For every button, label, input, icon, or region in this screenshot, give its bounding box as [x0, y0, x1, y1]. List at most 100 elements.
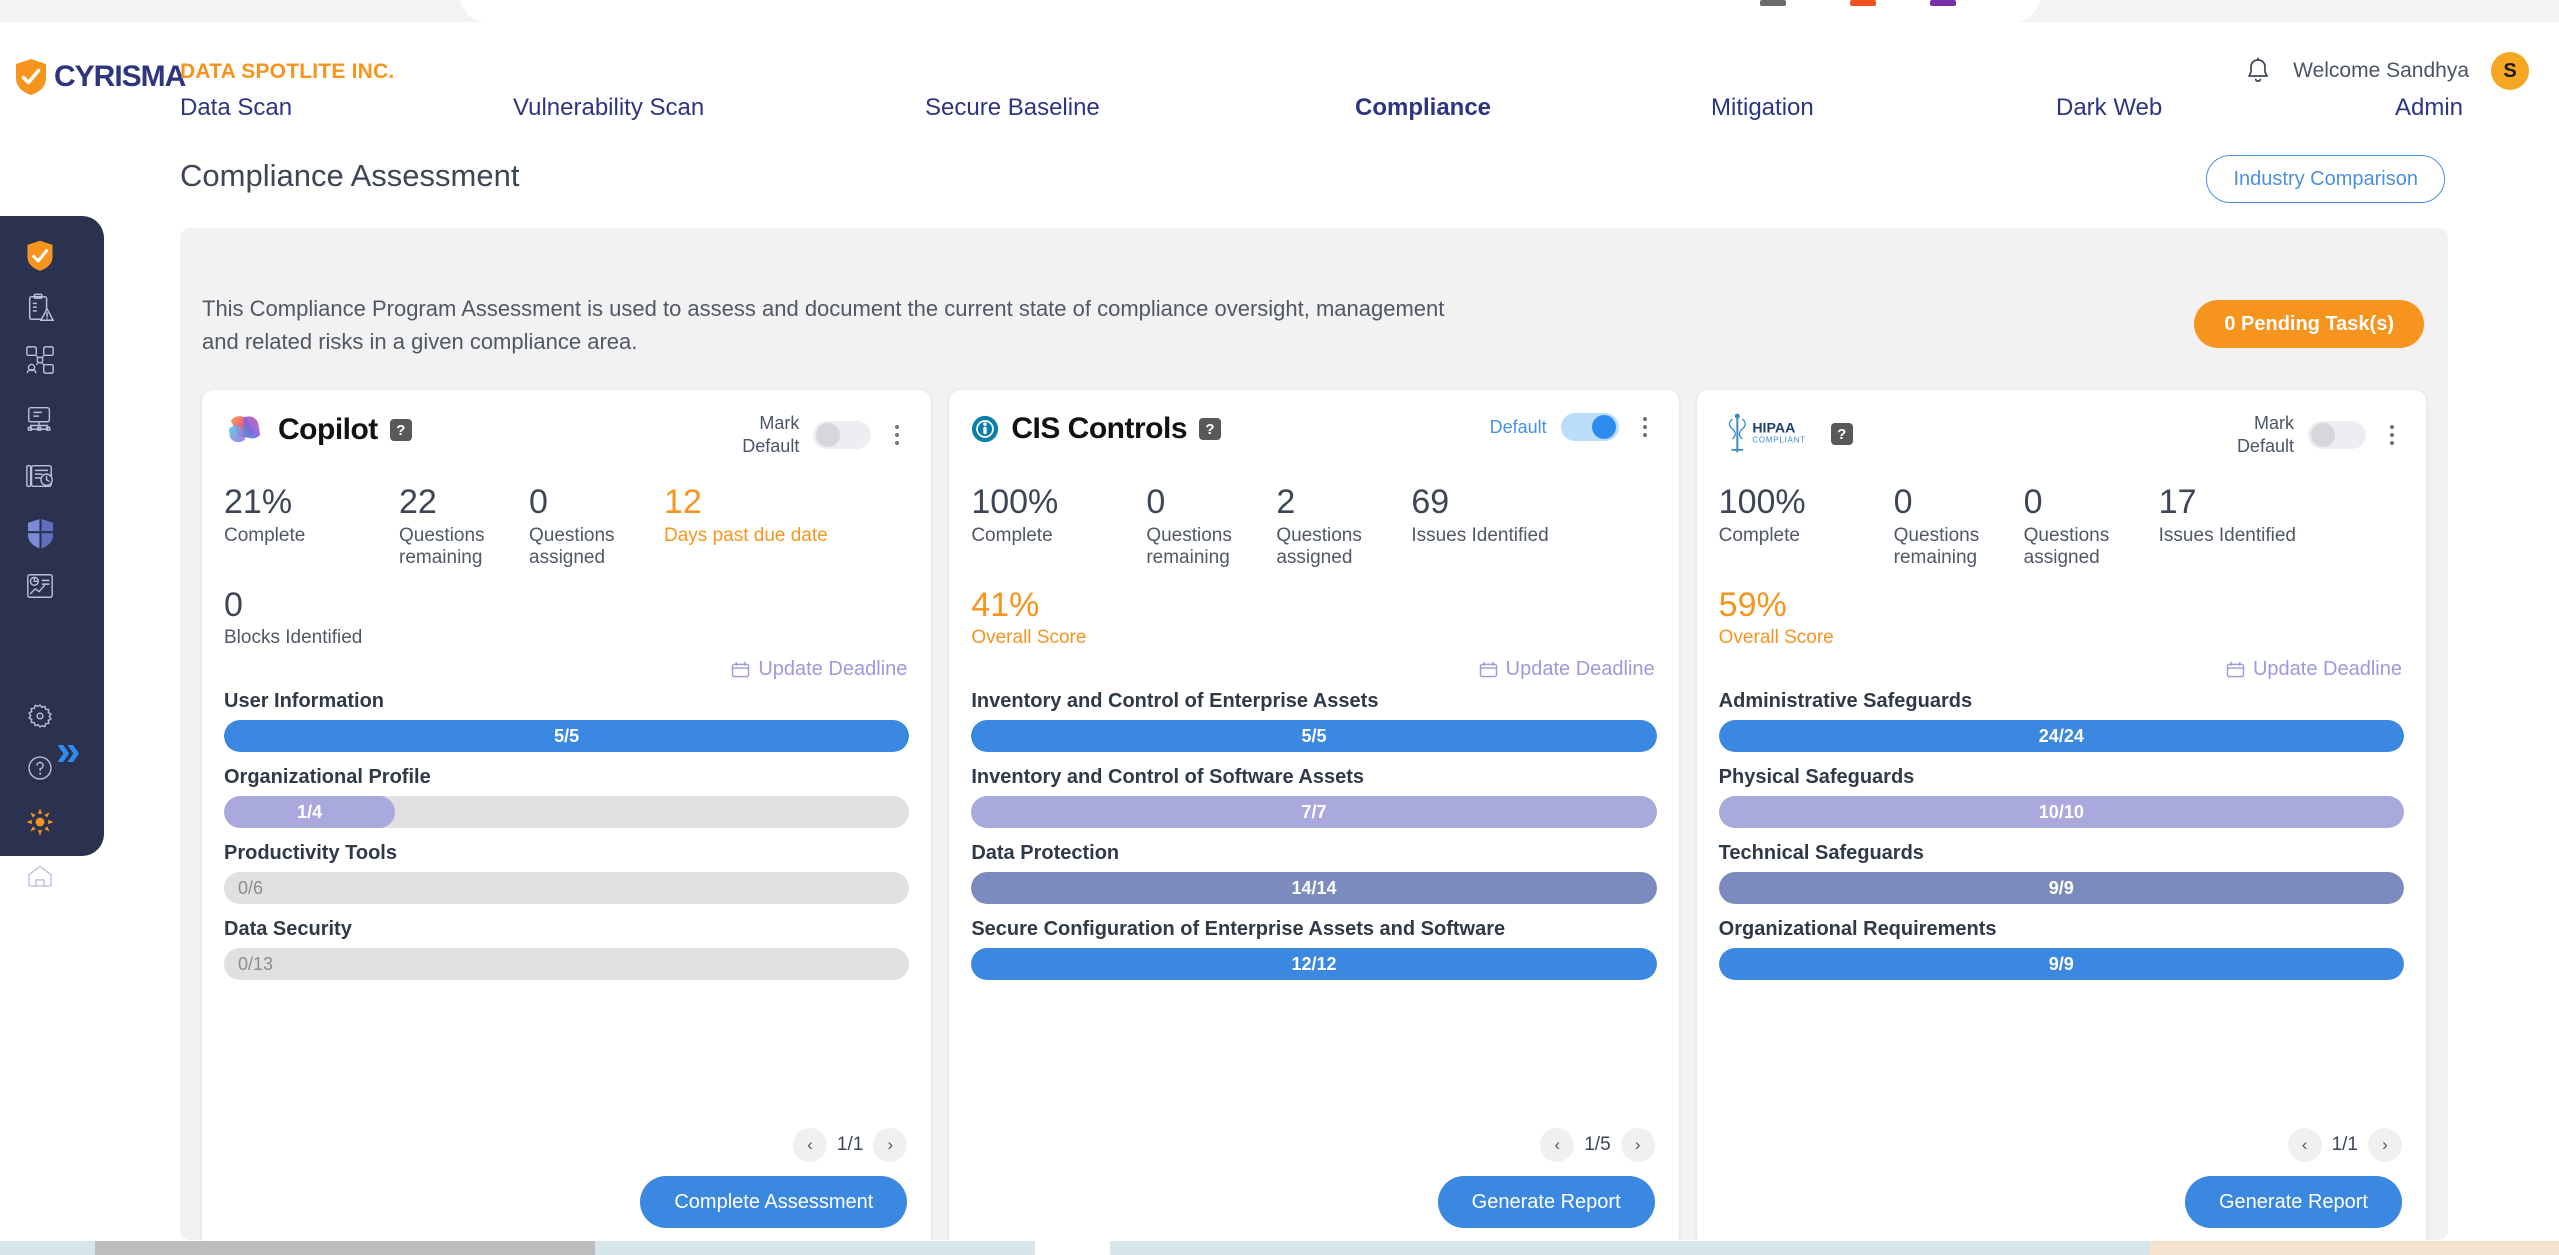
section-progress-bar[interactable]: 1/4 — [224, 796, 910, 828]
section-progress-bar[interactable]: 14/14 — [971, 872, 1657, 904]
progress-fill: 9/9 — [1718, 948, 2404, 980]
sidebar-item-compliance[interactable] — [18, 456, 62, 500]
scrollbar-track-right — [1110, 1241, 2150, 1255]
pager-next-button[interactable]: › — [1620, 1128, 1655, 1162]
nav-item-data-scan[interactable]: Data Scan — [180, 94, 292, 122]
toggle-knob — [816, 422, 841, 447]
stat-value: 0 — [224, 585, 243, 624]
browser-extension-icon-1[interactable] — [1760, 0, 1786, 6]
pending-tasks-button[interactable]: 0 Pending Task(s) — [2194, 300, 2424, 348]
mark-default-toggle[interactable] — [813, 420, 872, 449]
pager-indicator: 1/1 — [2331, 1134, 2358, 1155]
nav-item-vulnerability-scan[interactable]: Vulnerability Scan — [513, 94, 704, 122]
browser-address-bar[interactable] — [460, 0, 2040, 22]
scrollbar-track-left — [0, 1241, 95, 1255]
nav-item-mitigation[interactable]: Mitigation — [1711, 94, 1814, 122]
section-label: Data Protection — [971, 842, 1120, 864]
sidebar-item-home[interactable] — [18, 856, 62, 900]
help-tooltip-icon[interactable]: ? — [389, 419, 412, 441]
stat-label: Overall Score — [971, 627, 1087, 649]
pager-prev-button[interactable]: ‹ — [792, 1128, 827, 1162]
sidebar-item-shield-check[interactable] — [18, 236, 62, 280]
section-progress-bar[interactable]: 5/5 — [224, 720, 910, 752]
scrollbar-thumb[interactable] — [95, 1241, 595, 1255]
horizontal-scrollbar[interactable] — [0, 1241, 2559, 1255]
welcome-message: Welcome Sandhya — [2293, 59, 2469, 82]
pager-prev-button[interactable]: ‹ — [1540, 1128, 1575, 1162]
section-progress-bar[interactable]: 24/24 — [1718, 720, 2404, 752]
cyrisma-logo[interactable]: CYRISMA — [14, 58, 186, 96]
nav-item-secure-baseline[interactable]: Secure Baseline — [925, 94, 1100, 122]
section-label: Inventory and Control of Software Assets — [971, 766, 1364, 788]
section-pager: ‹ 1/5 › — [1540, 1128, 1655, 1162]
card-menu-button[interactable] — [1633, 412, 1657, 442]
progress-value: 0/6 — [238, 877, 264, 898]
help-tooltip-icon[interactable]: ? — [1830, 423, 1853, 445]
help-tooltip-icon[interactable]: ? — [1199, 418, 1221, 440]
sidebar-item-mitigation[interactable] — [18, 514, 62, 558]
progress-value: 7/7 — [1301, 801, 1327, 822]
sidebar-item-dark-web[interactable] — [18, 566, 62, 610]
update-deadline-link[interactable]: Update Deadline — [1479, 658, 1655, 681]
stat-label: Issues Identified — [1411, 524, 1549, 546]
page-title: Compliance Assessment — [180, 158, 520, 193]
update-deadline-link[interactable]: Update Deadline — [2226, 658, 2402, 681]
sidebar-item-data-scan[interactable] — [18, 288, 62, 332]
mark-default-label: Mark Default — [2236, 413, 2294, 456]
device-network-icon — [25, 403, 55, 438]
section-progress-bar[interactable]: 12/12 — [971, 948, 1657, 980]
section-progress-bar[interactable]: 9/9 — [1718, 872, 2404, 904]
pager-prev-button[interactable]: ‹ — [2287, 1128, 2322, 1162]
card-action-button[interactable]: Generate Report — [2185, 1176, 2402, 1228]
sidebar-expand-button[interactable]: » — [56, 729, 80, 773]
nav-item-dark-web[interactable]: Dark Web — [2056, 94, 2162, 122]
industry-comparison-button[interactable]: Industry Comparison — [2206, 155, 2445, 203]
stat-label: Questions remaining — [399, 524, 485, 568]
notification-bell-icon[interactable] — [2245, 57, 2271, 85]
section-progress-bar[interactable]: 0/6 — [224, 872, 910, 904]
cis-controls-logo-icon — [971, 415, 999, 443]
card-action-button[interactable]: Generate Report — [1437, 1176, 1655, 1228]
sidebar-item-whats-new[interactable] — [18, 802, 62, 846]
mark-default-toggle[interactable] — [2307, 420, 2366, 449]
stat-label: Complete — [971, 524, 1053, 546]
section-label: Productivity Tools — [224, 842, 397, 864]
card-stats-row: 21% Complete 22 Questions remaining 0 Questio… — [224, 484, 909, 569]
user-area: Welcome Sandhya S — [2245, 52, 2529, 90]
update-deadline-label: Update Deadline — [758, 658, 908, 680]
card-brand-name: CIS Controls — [1011, 412, 1187, 445]
mark-default-toggle[interactable] — [1560, 413, 1619, 441]
sidebar-item-secure-baseline[interactable] — [18, 398, 62, 442]
pager-next-button[interactable]: › — [2367, 1128, 2402, 1162]
section-pager: ‹ 1/1 › — [2287, 1128, 2402, 1162]
assessment-section: Productivity Tools 0/6 — [224, 842, 910, 904]
section-progress-bar[interactable]: 5/5 — [971, 720, 1657, 752]
section-progress-bar[interactable]: 9/9 — [1718, 948, 2404, 980]
nav-item-admin[interactable]: Admin — [2395, 94, 2463, 122]
user-avatar[interactable]: S — [2491, 52, 2529, 90]
section-progress-bar[interactable]: 10/10 — [1718, 796, 2404, 828]
section-progress-bar[interactable]: 0/13 — [224, 948, 910, 980]
browser-extension-icon-2[interactable] — [1850, 0, 1876, 6]
cis-controls-logo-icon — [972, 415, 999, 443]
progress-value: 5/5 — [1301, 725, 1327, 746]
browser-extension-icon-3[interactable] — [1930, 0, 1956, 6]
stat-blocks-identified: 0 Blocks Identified — [224, 585, 362, 650]
sidebar-item-vulnerability-scan[interactable] — [18, 340, 62, 384]
card-menu-button[interactable] — [2380, 420, 2404, 450]
stat-label: Questions assigned — [529, 524, 615, 568]
progress-fill: 10/10 — [1718, 796, 2404, 828]
nav-item-compliance[interactable]: Compliance — [1355, 94, 1491, 122]
assessment-section: Organizational Profile 1/4 — [224, 766, 910, 828]
pager-next-button[interactable]: › — [873, 1128, 908, 1162]
section-label: Physical Safeguards — [1718, 766, 1915, 788]
section-progress-bar[interactable]: 7/7 — [971, 796, 1657, 828]
hipaa-logo-icon: HIPAA COMPLIANT — [1728, 413, 1805, 453]
app-header: CYRISMA DATA SPOTLITE INC. Data Scan Vul… — [0, 22, 2559, 132]
progress-value: 14/14 — [1291, 877, 1337, 898]
panel-description: This Compliance Program Assessment is us… — [202, 296, 1445, 354]
card-action-button[interactable]: Complete Assessment — [640, 1176, 908, 1228]
card-menu-button[interactable] — [885, 420, 909, 450]
update-deadline-link[interactable]: Update Deadline — [731, 658, 907, 681]
stat-label: Issues Identified — [2158, 524, 2296, 546]
